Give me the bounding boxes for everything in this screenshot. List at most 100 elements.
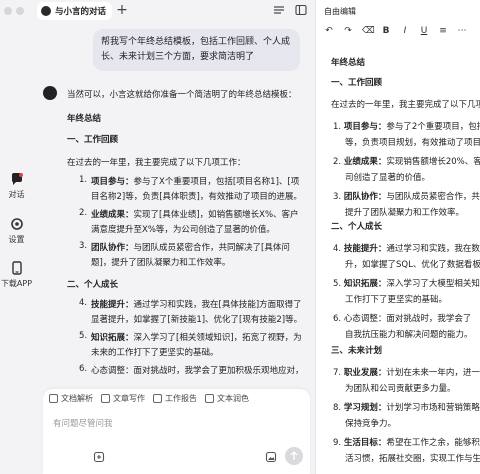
assistant-avatar [43, 86, 57, 100]
editor-item-label: 知识拓展： [343, 279, 387, 289]
answer-item-text: 心态调整：面对挑战时，我学会了更加积极乐观地应对， [91, 366, 304, 376]
document-icon [49, 394, 58, 403]
editor-item-text: 计划学习市场和营销策略， [386, 403, 480, 413]
underline-icon[interactable]: U [419, 26, 429, 36]
editor-item-label: 职业发展： [343, 368, 387, 378]
editor-list-number: 4. [333, 244, 344, 254]
answer-section-1: 一、工作回顾 [67, 135, 119, 145]
editor-list-item-line-2: 司创造了显著的价值。 [345, 173, 431, 183]
attach-icon[interactable] [93, 451, 105, 463]
answer-doc-title: 年终总结 [67, 114, 102, 124]
answer-list-item: 业绩成果：实现了[具体业绩]，如销售额增长X%、客户满意度提升至X%等，为公司创… [91, 208, 307, 238]
editor-list-item-line-1: 1. 项目参与：参与了2个重要项目，包括 [333, 120, 480, 132]
document-icon [101, 394, 110, 403]
editor-list-item-line-1: 8. 学习规划：计划学习市场和营销策略， [333, 401, 480, 413]
minimize-dot[interactable] [16, 7, 24, 15]
italic-icon[interactable]: I [400, 26, 410, 36]
editor-item-text: 深入学习了大模型相关知识 [386, 279, 480, 289]
editor-list-number: 8. [333, 403, 344, 413]
answer-section-1-intro: 在过去的一年里，我主要完成了以下几项工作： [67, 158, 246, 168]
editor-item-text: 心态调整：面对挑战时，我学会了 [343, 314, 472, 324]
list-icon[interactable] [273, 4, 285, 16]
editor-item-text: 计划在未来一年内，进一步 [386, 368, 480, 378]
editor-list-item-line-1: 5. 知识拓展：深入学习了大模型相关知识 [333, 277, 480, 289]
editor-list-item-line-1: 4. 技能提升：通过学习和实践，我在数据 [333, 242, 480, 254]
editor-list-item-line-2: 为团队和公司贡献更多力量。 [345, 384, 456, 394]
chat-panel: 与小言的对话 + 帮我写个年终总结模板，包括工作回顾、个人成长、未来计划三个方面… [33, 0, 315, 474]
editor-list-number: 5. [333, 279, 344, 289]
answer-list-number: 1. [79, 175, 88, 185]
rail-label-settings: 设置 [8, 235, 25, 244]
editor-list-number: 6. [333, 314, 344, 324]
image-icon[interactable] [265, 451, 277, 463]
editor-list-number: 1. [333, 122, 344, 132]
chip-label: 文档解析 [61, 394, 93, 403]
assistant-logo-icon [41, 6, 51, 16]
editor-item-label: 学习规划： [343, 403, 387, 413]
editor-section-1: 一、工作回顾 [331, 78, 383, 88]
editor-list-item-line-2: 自我抗压能力和解决问题的能力。 [345, 330, 473, 340]
editor-item-text: 实现销售额增长20%、客 [386, 157, 480, 167]
answer-item-label: 项目参与： [91, 177, 134, 187]
editor-list-number: 7. [333, 368, 344, 378]
sidebar-toggle-icon[interactable] [295, 4, 307, 16]
editor-item-label: 团队协作： [343, 192, 387, 202]
chat-icon [11, 173, 23, 185]
editor-doc-title: 年终总结 [331, 58, 366, 68]
answer-section-2: 二、个人成长 [67, 280, 119, 290]
free-edit-panel: 自由编辑 ↶ ↷ ⌫ B I U ≡ ⋯ 年终总结 一、工作回顾 在过去的一年里… [315, 0, 480, 474]
redo-icon[interactable]: ↷ [343, 26, 353, 36]
rail-item-settings[interactable]: 设置 [0, 217, 33, 245]
editor-list-item-line-1: 3. 团队协作：与团队成员紧密合作，共同 [333, 190, 480, 202]
editor-item-label: 项目参与： [343, 122, 387, 132]
align-icon[interactable]: ≡ [438, 26, 448, 36]
arrow-up-icon [290, 451, 298, 460]
rail-item-chat[interactable]: 对话 [0, 172, 33, 200]
send-button[interactable] [285, 447, 303, 465]
document-icon [153, 394, 162, 403]
download-app-icon [11, 261, 22, 275]
gear-icon [10, 218, 23, 230]
left-rail: 对话 设置 下载APP [0, 0, 33, 474]
answer-intro: 当然可以，小言这就给你准备一个简洁明了的年终总结模板： [67, 90, 297, 100]
quick-action-chips: 文档解析 文章写作 工作报告 文本润色 [49, 393, 249, 404]
editor-list-item-line-2: 等，负责项目规划，有效推动了项目的 [345, 138, 480, 148]
quick-action-chip[interactable]: 文档解析 [49, 393, 93, 404]
undo-icon[interactable]: ↶ [324, 26, 334, 36]
editor-list-item-line-1: 9. 生活目标：希望在工作之余，能够积极 [333, 436, 480, 448]
editor-item-text: 希望在工作之余，能够积极 [386, 438, 480, 448]
document-icon [205, 394, 214, 403]
rail-label-chat: 对话 [8, 190, 25, 199]
editor-title: 自由编辑 [324, 7, 356, 16]
rail-label-download: 下载APP [0, 279, 33, 288]
editor-list-item-line-1: 7. 职业发展：计划在未来一年内，进一步 [333, 366, 480, 378]
editor-list-item-line-2: 提升了团队凝聚力和工作效率。 [345, 208, 465, 218]
answer-item-label: 业绩成果： [91, 210, 134, 220]
rail-item-download[interactable]: 下载APP [0, 261, 33, 289]
editor-list-item-line-1: 6. 心态调整：面对挑战时，我学会了 [333, 312, 471, 324]
editor-list-item-line-2: 升，如掌握了SQL、优化了数据看板 [345, 260, 480, 270]
editor-list-item-line-1: 2. 业绩成果：实现销售额增长20%、客 [333, 155, 480, 167]
answer-list-number: 3. [79, 241, 88, 251]
new-tab-button[interactable]: + [114, 2, 130, 18]
message-input[interactable]: 有问题尽管问我 [53, 417, 113, 429]
editor-item-label: 生活目标： [343, 438, 387, 448]
answer-list-item: 心态调整：面对挑战时，我学会了更加积极乐观地应对， [91, 364, 307, 379]
quick-action-chip[interactable]: 工作报告 [153, 393, 197, 404]
quick-action-chip[interactable]: 文本润色 [205, 393, 249, 404]
format-painter-icon[interactable]: ⌫ [362, 26, 375, 36]
answer-list-number: 6. [79, 364, 88, 374]
tab-conversation[interactable]: 与小言的对话 [37, 2, 113, 20]
chat-tab-bar: 与小言的对话 + [33, 0, 315, 22]
editor-item-label: 业绩成果： [343, 157, 387, 167]
close-dot[interactable] [4, 7, 12, 15]
answer-item-label: 团队协作： [91, 243, 134, 253]
quick-action-chip[interactable]: 文章写作 [101, 393, 145, 404]
editor-list-item-line-2: 工作打下了更坚实的基础。 [345, 295, 448, 305]
answer-list-number: 2. [79, 208, 88, 218]
answer-list-number: 4. [79, 298, 88, 308]
bold-icon[interactable]: B [381, 26, 391, 36]
answer-list-item: 知识拓展：深入学习了[相关领域知识]，拓宽了视野，为未来的工作打下了更坚实的基础… [91, 331, 307, 361]
more-icon[interactable]: ⋯ [457, 26, 467, 36]
editor-item-text: 通过学习和实践，我在数据 [386, 244, 480, 254]
